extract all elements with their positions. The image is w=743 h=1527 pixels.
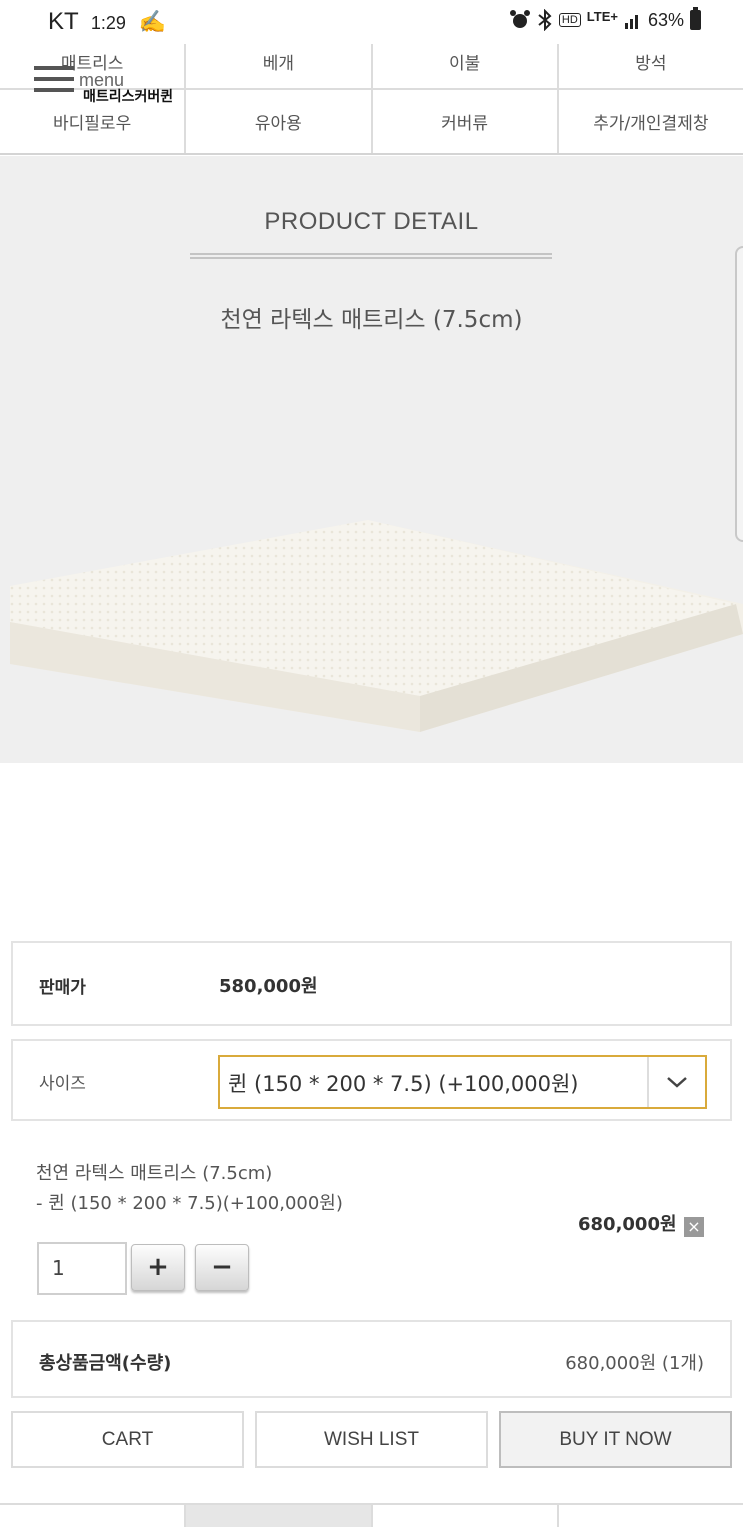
alarm-icon: [509, 10, 530, 28]
bluetooth-icon: [538, 9, 552, 31]
price-row: 판매가 580,000원: [11, 941, 732, 1026]
wish-list-button[interactable]: WISH LIST: [255, 1411, 488, 1468]
category-cushion[interactable]: 방석: [559, 44, 743, 88]
total-label: 총상품금액(수량): [39, 1353, 172, 1374]
product-image: [10, 520, 743, 732]
status-bar-right: HD LTE+ 63%: [509, 7, 701, 31]
size-selected-value: 퀸 (150 * 200 * 7.5) (+100,000원): [228, 1072, 579, 1096]
bottom-tab-2[interactable]: [186, 1505, 373, 1527]
size-select[interactable]: 퀸 (150 * 200 * 7.5) (+100,000원): [218, 1055, 707, 1109]
network-type: LTE+: [586, 8, 618, 24]
hamburger-icon[interactable]: [34, 66, 74, 99]
signal-icon: [624, 15, 638, 29]
price-value: 580,000원: [219, 976, 318, 997]
price-label: 판매가: [39, 978, 86, 998]
buy-now-button[interactable]: BUY IT NOW: [499, 1411, 732, 1468]
bottom-tabs: [0, 1503, 743, 1527]
size-label: 사이즈: [39, 1074, 86, 1094]
bottom-tab-3[interactable]: [373, 1505, 559, 1527]
status-bar: KT 1:29 ✍ HD LTE+ 63%: [0, 0, 743, 44]
category-blanket[interactable]: 이불: [373, 44, 559, 88]
notification-icon: ✍: [138, 9, 167, 34]
battery-percent: 63%: [647, 9, 684, 30]
selected-option-price: 680,000원: [578, 1214, 677, 1235]
category-extra-payment[interactable]: 추가/개인결제창: [559, 90, 743, 153]
section-title: PRODUCT DETAIL: [264, 208, 479, 235]
bottom-tab-4[interactable]: [559, 1505, 743, 1527]
chevron-down-icon[interactable]: [647, 1057, 705, 1107]
total-row: 총상품금액(수량) 680,000원 (1개): [11, 1320, 732, 1398]
cart-button[interactable]: CART: [11, 1411, 244, 1468]
product-name: 천연 라텍스 매트리스 (7.5cm): [220, 307, 523, 333]
shop-name: 매트리스커버퀸: [83, 89, 174, 105]
selected-option-detail: - 퀸 (150 * 200 * 7.5)(+100,000원): [36, 1193, 343, 1214]
selected-option-name: 천연 라텍스 매트리스 (7.5cm): [36, 1163, 273, 1184]
title-divider: [190, 253, 552, 259]
category-covers[interactable]: 커버류: [373, 90, 559, 153]
category-kids[interactable]: 유아용: [186, 90, 373, 153]
category-pillow[interactable]: 베개: [186, 44, 373, 88]
hd-badge: HD: [558, 13, 581, 27]
battery-icon: [690, 7, 701, 30]
status-time: 1:29: [90, 13, 126, 33]
quantity-minus-button[interactable]: −: [195, 1244, 249, 1291]
quantity-input[interactable]: 1: [37, 1242, 127, 1295]
bottom-tab-1[interactable]: [0, 1505, 187, 1527]
product-detail-area: PRODUCT DETAIL 천연 라텍스 매트리스 (7.5cm): [0, 156, 743, 763]
carrier-name: KT: [48, 8, 79, 35]
close-icon[interactable]: ×: [684, 1217, 704, 1237]
image-bottom-space: [0, 763, 743, 943]
quantity-plus-button[interactable]: +: [131, 1244, 185, 1291]
total-value: 680,000원 (1개): [565, 1353, 704, 1374]
status-bar-left: KT 1:29 ✍: [48, 8, 166, 36]
size-row: 사이즈 퀸 (150 * 200 * 7.5) (+100,000원): [11, 1039, 732, 1121]
